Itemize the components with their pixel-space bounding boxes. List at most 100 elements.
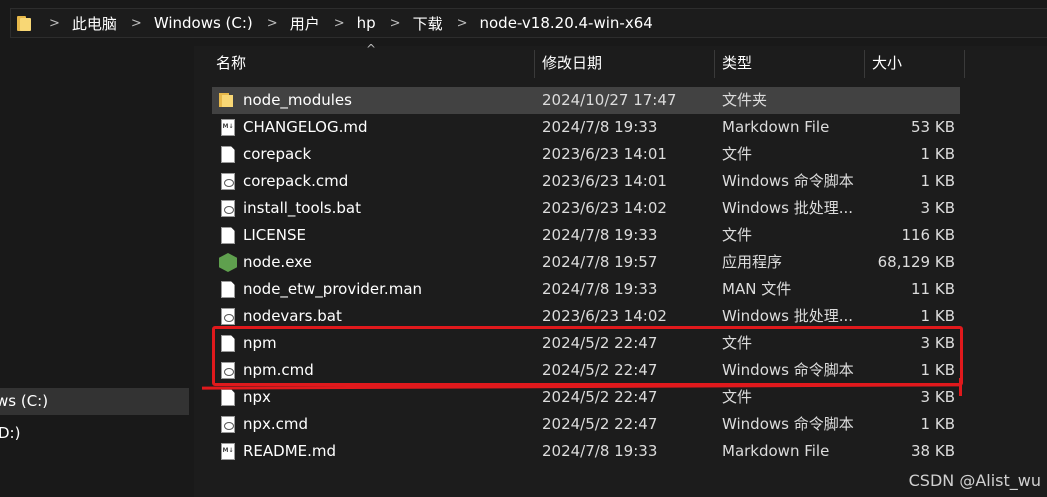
- file-row[interactable]: LICENSE 2024/7/8 19:33 文件 116 KB: [212, 222, 960, 249]
- nav-item-drive-d[interactable]: D:): [0, 420, 189, 447]
- file-row[interactable]: node_modules 2024/10/27 17:47 文件夹: [212, 87, 960, 114]
- nav-item-label: ws (C:): [0, 392, 49, 410]
- file-size: 38 KB: [911, 442, 955, 460]
- chevron-right-icon[interactable]: >: [131, 16, 142, 31]
- file-name: node_etw_provider.man: [243, 280, 423, 298]
- column-divider[interactable]: [864, 50, 865, 78]
- script-file-icon: [221, 416, 235, 433]
- file-name: corepack: [243, 145, 312, 163]
- file-modified-date: 2023/6/23 14:01: [542, 145, 667, 163]
- markdown-file-icon: M↓: [221, 119, 235, 136]
- column-date[interactable]: 修改日期: [542, 46, 602, 78]
- column-size[interactable]: 大小: [872, 46, 902, 78]
- file-modified-date: 2024/7/8 19:33: [542, 226, 658, 244]
- file-modified-date: 2023/6/23 14:01: [542, 172, 667, 190]
- column-type[interactable]: 类型: [722, 46, 752, 78]
- file-modified-date: 2024/7/8 19:33: [542, 442, 658, 460]
- file-name: npm.cmd: [243, 361, 314, 379]
- breadcrumb-node-folder[interactable]: node-v18.20.4-win-x64: [479, 14, 652, 32]
- script-file-icon: [221, 308, 235, 325]
- breadcrumb-this-pc[interactable]: 此电脑: [72, 13, 117, 34]
- breadcrumb-downloads[interactable]: 下载: [413, 13, 443, 34]
- breadcrumb-drive-c[interactable]: Windows (C:): [154, 14, 253, 32]
- file-type: 文件: [722, 145, 753, 163]
- column-divider[interactable]: [534, 50, 535, 78]
- file-name: npx.cmd: [243, 415, 309, 433]
- folder-icon: [219, 93, 234, 107]
- file-size: 1 KB: [920, 172, 955, 190]
- script-file-icon: [221, 200, 235, 217]
- nodejs-icon: [219, 253, 237, 272]
- address-bar[interactable]: > 此电脑 > Windows (C:) > 用户 > hp > 下载 > no…: [10, 8, 1047, 38]
- file-icon: [221, 227, 235, 244]
- file-size: 11 KB: [911, 280, 955, 298]
- file-row[interactable]: npx 2024/5/2 22:47 文件 3 KB: [212, 384, 960, 411]
- file-modified-date: 2024/5/2 22:47: [542, 415, 658, 433]
- file-icon: [221, 389, 235, 406]
- file-size: 3 KB: [920, 199, 955, 217]
- file-type: MAN 文件: [722, 280, 792, 298]
- chevron-right-icon[interactable]: >: [267, 16, 278, 31]
- nav-item-drive-c[interactable]: ws (C:): [0, 388, 189, 415]
- file-type: 应用程序: [722, 253, 783, 271]
- file-type: 文件夹: [722, 91, 768, 109]
- file-modified-date: 2023/6/23 14:02: [542, 199, 667, 217]
- sort-ascending-icon: ^: [366, 42, 377, 56]
- file-modified-date: 2024/5/2 22:47: [542, 388, 658, 406]
- breadcrumb-users[interactable]: 用户: [290, 13, 320, 34]
- file-modified-date: 2024/7/8 19:57: [542, 253, 658, 271]
- breadcrumb-hp[interactable]: hp: [357, 14, 376, 32]
- file-type: Markdown File: [722, 442, 830, 460]
- chevron-right-icon[interactable]: >: [457, 16, 468, 31]
- file-size: 1 KB: [920, 145, 955, 163]
- file-icon: [221, 281, 235, 298]
- nav-item-label: D:): [0, 424, 21, 442]
- navigation-pane: ws (C:) D:): [0, 46, 190, 497]
- file-type: Windows 命令脚本: [722, 415, 854, 433]
- column-divider[interactable]: [964, 50, 965, 78]
- file-icon: [221, 146, 235, 163]
- file-modified-date: 2023/6/23 14:02: [542, 307, 667, 325]
- column-name[interactable]: 名称: [216, 46, 246, 78]
- file-name: LICENSE: [243, 226, 306, 244]
- file-list: ^ 名称 修改日期 类型 大小 node_modules 2024/10/27 1…: [194, 42, 1047, 497]
- script-file-icon: [221, 173, 235, 190]
- file-modified-date: 2024/5/2 22:47: [542, 334, 658, 352]
- file-type: Windows 批处理...: [722, 199, 854, 217]
- file-row[interactable]: node.exe 2024/7/8 19:57 应用程序 68,129 KB: [212, 249, 960, 276]
- file-row[interactable]: node_etw_provider.man 2024/7/8 19:33 MAN 文…: [212, 276, 960, 303]
- script-file-icon: [221, 362, 235, 379]
- file-row[interactable]: corepack.cmd 2023/6/23 14:01 Windows 命令脚本 1…: [212, 168, 960, 195]
- chevron-right-icon[interactable]: >: [334, 16, 345, 31]
- markdown-file-icon: M↓: [221, 443, 235, 460]
- file-type: 文件: [722, 334, 753, 352]
- file-type: Windows 命令脚本: [722, 361, 854, 379]
- file-name: CHANGELOG.md: [243, 118, 368, 136]
- folder-icon: [17, 15, 31, 31]
- file-name: node_modules: [243, 91, 352, 109]
- file-size: 53 KB: [911, 118, 955, 136]
- file-row[interactable]: M↓ README.md 2024/7/8 19:33 Markdown File 38…: [212, 438, 960, 465]
- file-row[interactable]: install_tools.bat 2023/6/23 14:02 Windows …: [212, 195, 960, 222]
- file-icon: [221, 335, 235, 352]
- column-divider[interactable]: [714, 50, 715, 78]
- column-header: ^ 名称 修改日期 类型 大小: [194, 42, 1047, 78]
- file-row[interactable]: npm 2024/5/2 22:47 文件 3 KB: [212, 330, 960, 357]
- file-modified-date: 2024/10/27 17:47: [542, 91, 677, 109]
- file-size: 116 KB: [901, 226, 955, 244]
- file-row[interactable]: nodevars.bat 2023/6/23 14:02 Windows 批处理..…: [212, 303, 960, 330]
- file-row[interactable]: npx.cmd 2024/5/2 22:47 Windows 命令脚本 1 KB: [212, 411, 960, 438]
- file-size: 1 KB: [920, 307, 955, 325]
- file-modified-date: 2024/5/2 22:47: [542, 361, 658, 379]
- file-row[interactable]: corepack 2023/6/23 14:01 文件 1 KB: [212, 141, 960, 168]
- file-type: 文件: [722, 388, 753, 406]
- file-size: 3 KB: [920, 334, 955, 352]
- chevron-right-icon: >: [49, 15, 60, 31]
- file-size: 68,129 KB: [877, 253, 955, 271]
- file-type: Windows 命令脚本: [722, 172, 854, 190]
- file-modified-date: 2024/7/8 19:33: [542, 280, 658, 298]
- file-row[interactable]: M↓ CHANGELOG.md 2024/7/8 19:33 Markdown Fil…: [212, 114, 960, 141]
- file-row[interactable]: npm.cmd 2024/5/2 22:47 Windows 命令脚本 1 KB: [212, 357, 960, 384]
- file-name: npm: [243, 334, 277, 352]
- chevron-right-icon[interactable]: >: [390, 16, 401, 31]
